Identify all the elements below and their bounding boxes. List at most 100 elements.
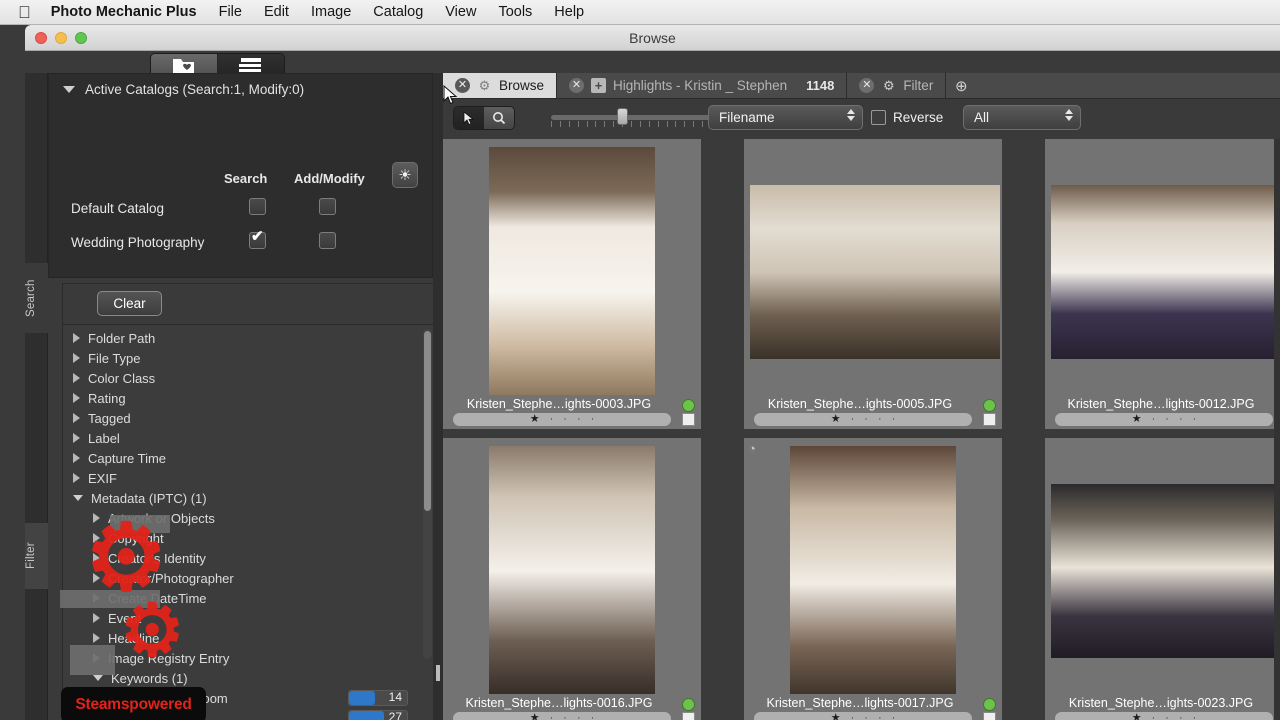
menu-item-window[interactable]: Help [554, 4, 584, 20]
star-empty-icon[interactable]: · [1165, 713, 1169, 720]
triangle-right-icon[interactable] [73, 473, 80, 483]
search-tree-node[interactable]: Tagged [73, 408, 416, 428]
triangle-right-icon[interactable] [73, 413, 80, 423]
star-empty-icon[interactable]: · [563, 713, 567, 720]
catalog-modify-checkbox-wedding[interactable] [319, 232, 336, 249]
star-empty-icon[interactable]: · [577, 713, 581, 720]
star-empty-icon[interactable]: · [1193, 713, 1197, 720]
tree-scrollbar[interactable] [423, 329, 432, 659]
star-empty-icon[interactable]: · [1165, 414, 1169, 425]
star-filled-icon[interactable]: ★ [831, 713, 841, 720]
active-catalogs-header[interactable]: Active Catalogs (Search:1, Modify:0) [63, 82, 304, 97]
thumbnail-cell[interactable]: ◔ Kristen_Stephe…lights-0017.JPG ★ · · · · [744, 438, 1002, 720]
search-tree-node[interactable]: Label [73, 428, 416, 448]
search-tree-node[interactable]: Keywords (1) [73, 668, 416, 688]
vertical-tab-filter[interactable]: Filter [25, 523, 48, 589]
close-circle-icon[interactable]: ✕ [569, 78, 585, 93]
search-tree-node[interactable]: Metadata (IPTC) (1) [73, 488, 416, 508]
thumbnail-cell[interactable]: Kristen_Stephe…ights-0003.JPG ★ · · · · [443, 139, 701, 429]
rating-stars[interactable]: ★ · · · · [453, 413, 671, 426]
rating-stars[interactable]: ★ · · · · [453, 712, 671, 720]
tree-scrollbar-thumb[interactable] [424, 331, 431, 511]
tab-highlights[interactable]: ✕ + Highlights - Kristin _ Stephen 1148 [557, 73, 848, 98]
color-class-dot[interactable] [983, 399, 996, 412]
star-filled-icon[interactable]: ★ [1132, 713, 1142, 720]
star-empty-icon[interactable]: · [864, 713, 868, 720]
star-empty-icon[interactable]: · [563, 414, 567, 425]
thumbnail-image[interactable] [489, 446, 655, 696]
triangle-right-icon[interactable] [93, 633, 100, 643]
thumbnail-size-slider[interactable] [551, 108, 721, 127]
star-filled-icon[interactable]: ★ [530, 414, 540, 425]
pointer-mode-toggle[interactable] [453, 106, 515, 130]
vertical-tab-search[interactable]: Search [25, 263, 48, 333]
tag-checkbox[interactable] [983, 413, 996, 426]
tag-checkbox[interactable] [682, 712, 695, 720]
tab-filter[interactable]: ✕ ⚙ Filter [847, 73, 947, 98]
arrow-cursor-icon[interactable] [454, 107, 484, 129]
star-filled-icon[interactable]: ★ [530, 713, 540, 720]
triangle-right-icon[interactable] [93, 613, 100, 623]
sun-burst-icon[interactable]: ☀ [392, 162, 418, 188]
star-empty-icon[interactable]: · [550, 713, 554, 720]
search-tree-node[interactable]: Rating [73, 388, 416, 408]
triangle-right-icon[interactable] [73, 433, 80, 443]
filter-select[interactable]: All [963, 105, 1081, 130]
star-empty-icon[interactable]: · [851, 414, 855, 425]
apple-logo-icon[interactable]:  [18, 4, 31, 21]
catalog-search-checkbox-wedding[interactable]: ✔ [249, 229, 266, 249]
rating-stars[interactable]: ★ · · · · [754, 712, 972, 720]
menu-item-edit[interactable]: Edit [264, 4, 289, 20]
thumbnail-image[interactable] [1051, 484, 1280, 658]
tag-checkbox[interactable] [682, 413, 695, 426]
search-tree-node[interactable]: File Type [73, 348, 416, 368]
thumbnail-image[interactable] [750, 185, 1000, 359]
star-empty-icon[interactable]: · [591, 414, 595, 425]
rating-stars[interactable]: ★ · · · · [1055, 712, 1273, 720]
slider-knob[interactable] [617, 108, 628, 125]
color-class-dot[interactable] [682, 698, 695, 711]
thumbnail-cell[interactable]: Kristen_Stephe…ights-0005.JPG ★ · · · · [744, 139, 1002, 429]
thumbnail-grid[interactable]: Kristen_Stephe…ights-0003.JPG ★ · · · · Kriste… [443, 139, 1280, 720]
thumbnail-cell[interactable]: Kristen_Stephe…ights-0023.JPG ★ · · · · [1045, 438, 1280, 720]
thumbnail-image[interactable] [489, 147, 655, 397]
menu-item-tools[interactable]: Tools [498, 4, 532, 20]
star-empty-icon[interactable]: · [892, 414, 896, 425]
reverse-sort-control[interactable]: Reverse [871, 110, 943, 125]
triangle-right-icon[interactable] [73, 453, 80, 463]
star-filled-icon[interactable]: ★ [1132, 414, 1142, 425]
star-empty-icon[interactable]: · [1193, 414, 1197, 425]
star-empty-icon[interactable]: · [550, 414, 554, 425]
triangle-right-icon[interactable] [73, 393, 80, 403]
search-tree-node[interactable]: Color Class [73, 368, 416, 388]
rating-stars[interactable]: ★ · · · · [1055, 413, 1273, 426]
magnifier-icon[interactable] [484, 107, 514, 129]
thumbnail-image[interactable] [790, 446, 956, 696]
triangle-down-icon[interactable] [63, 86, 75, 93]
thumbnail-image[interactable] [1051, 185, 1280, 359]
add-tab-button[interactable]: ⊕ [946, 73, 977, 98]
tag-checkbox[interactable] [983, 712, 996, 720]
star-empty-icon[interactable]: · [1152, 414, 1156, 425]
panel-splitter[interactable] [433, 73, 443, 720]
close-circle-icon[interactable]: ✕ [859, 78, 875, 93]
star-empty-icon[interactable]: · [864, 414, 868, 425]
menu-item-view[interactable]: View [445, 4, 476, 20]
triangle-right-icon[interactable] [73, 373, 80, 383]
grid-scrollbar[interactable] [1274, 139, 1280, 720]
color-class-dot[interactable] [983, 698, 996, 711]
search-tree-node[interactable]: Folder Path [73, 328, 416, 348]
catalog-search-checkbox-default[interactable] [249, 198, 266, 215]
splitter-grip[interactable] [436, 665, 440, 681]
star-empty-icon[interactable]: · [1179, 414, 1183, 425]
star-empty-icon[interactable]: · [878, 713, 882, 720]
triangle-right-icon[interactable] [73, 353, 80, 363]
tab-browse[interactable]: ✕ ⚙ Browse [443, 73, 558, 98]
rating-stars[interactable]: ★ · · · · [754, 413, 972, 426]
menu-item-image[interactable]: Image [311, 4, 351, 20]
star-empty-icon[interactable]: · [892, 713, 896, 720]
star-empty-icon[interactable]: · [591, 713, 595, 720]
star-empty-icon[interactable]: · [577, 414, 581, 425]
menu-item-catalog[interactable]: Catalog [373, 4, 423, 20]
color-class-dot[interactable] [682, 399, 695, 412]
